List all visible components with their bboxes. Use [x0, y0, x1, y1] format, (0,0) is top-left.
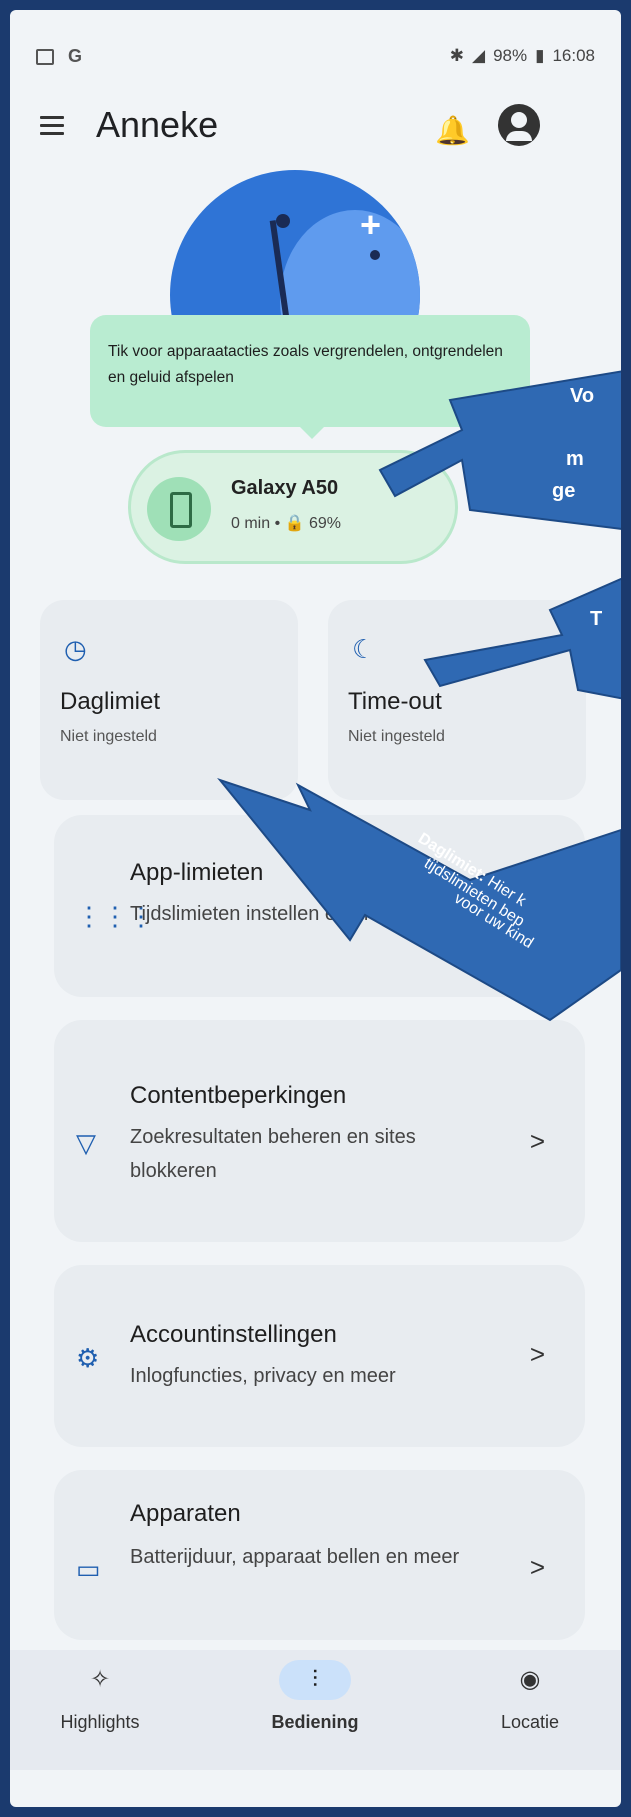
annotation-arrows	[217, 370, 621, 1022]
annotation-arrow-timeout	[423, 577, 621, 700]
phone-screen: G ✱ ◢ 98% ▮ 16:08 Anneke 🔔 + Tik voor ap…	[10, 10, 621, 1807]
annotation-text-1b: m	[566, 448, 584, 470]
annotation-text-2: T	[590, 608, 603, 630]
annotation-arrow-daglimiet	[217, 777, 621, 1022]
annotation-text-1a: Vo	[570, 385, 595, 407]
annotation-text-1c: ge	[552, 480, 576, 502]
